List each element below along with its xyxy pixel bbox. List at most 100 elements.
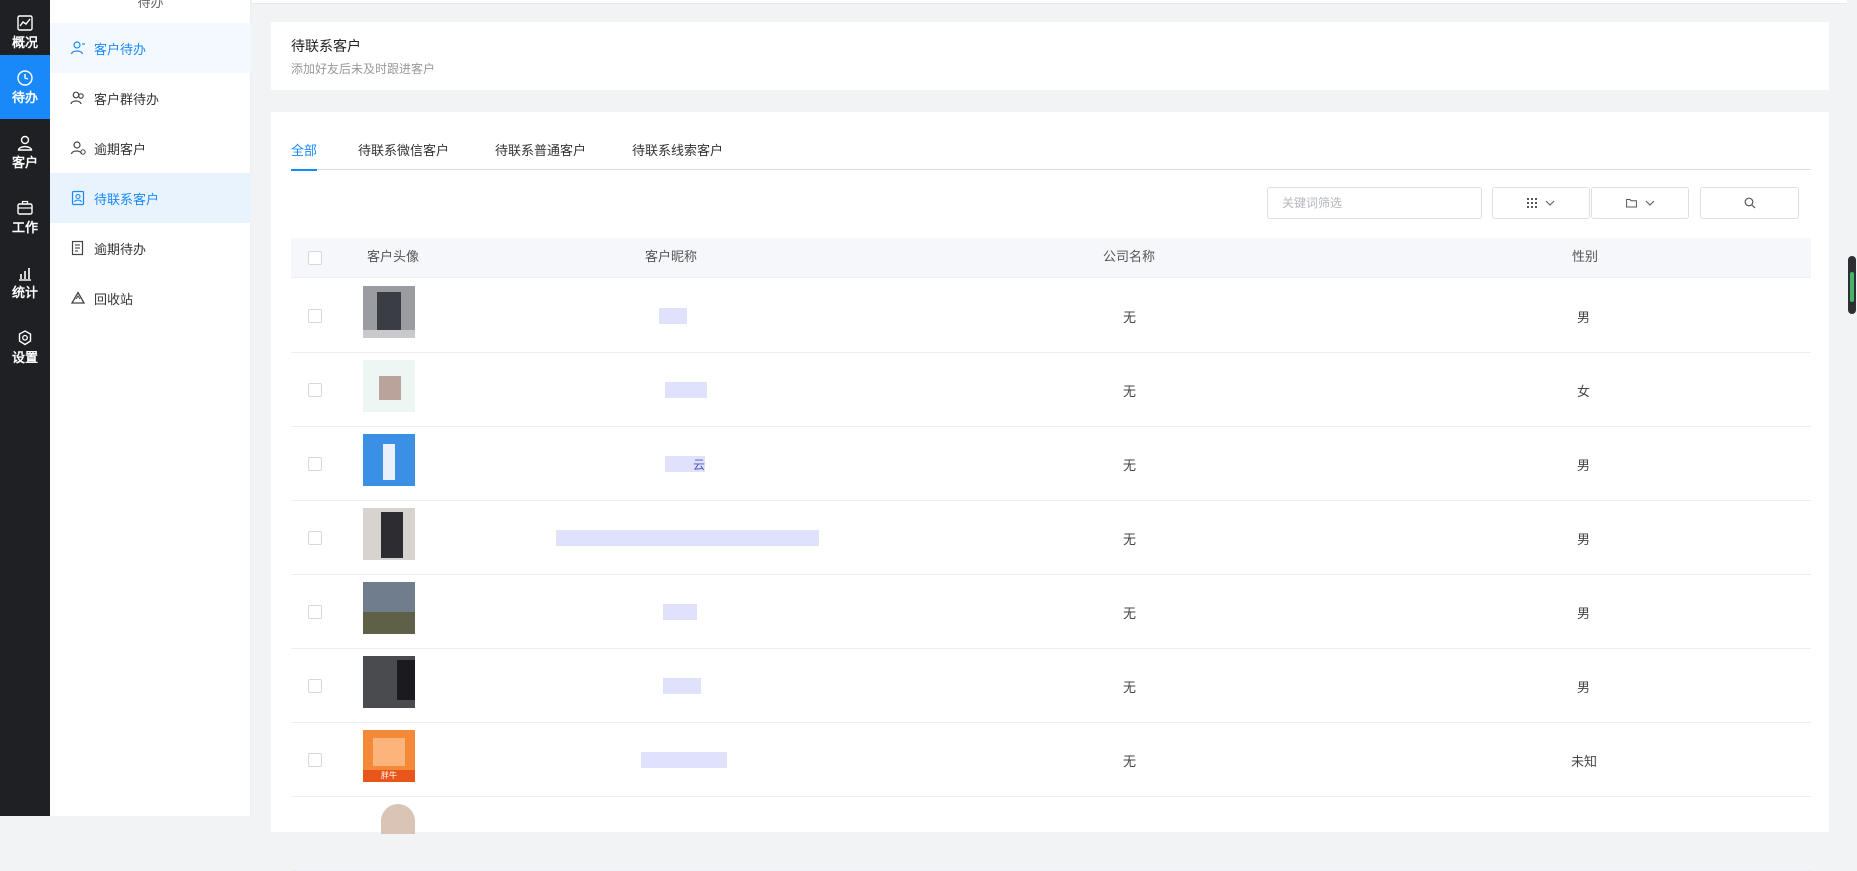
rail-item-settings[interactable]: 设置 (0, 315, 50, 379)
column-view-dropdown[interactable] (1492, 187, 1590, 219)
submenu-item-label: 客户待办 (94, 42, 147, 58)
customer-avatar (363, 508, 415, 560)
page-header-card: 待联系客户 添加好友后未及时跟进客户 (271, 22, 1829, 90)
rail-item-customer[interactable]: 客户 (0, 120, 50, 184)
rail-item-todo[interactable]: 待办 (0, 55, 50, 119)
table-row[interactable]: 胖牛 无 未知 (291, 723, 1811, 797)
row-checkbox[interactable] (308, 605, 322, 619)
user-icon (17, 135, 33, 151)
submenu-item-label: 逾期待办 (94, 242, 147, 258)
submenu-item-label: 客户群待办 (94, 92, 160, 108)
row-checkbox[interactable] (308, 309, 322, 323)
company-name: 无 (1123, 311, 1137, 326)
rail-item-label: 设置 (11, 350, 38, 366)
scrollbar-thumb[interactable] (1848, 256, 1856, 314)
customer-nickname (663, 604, 697, 620)
company-name: 无 (1123, 459, 1137, 474)
table-row[interactable]: 无 男 (291, 501, 1811, 575)
gear-icon (18, 329, 32, 345)
row-checkbox[interactable] (308, 753, 322, 767)
customer-avatar: 胖牛 (363, 730, 415, 782)
company-name: 无 (1123, 681, 1137, 696)
customer-nickname (665, 382, 707, 398)
rail-item-label: 待办 (11, 90, 38, 106)
folder-icon (1625, 199, 1637, 208)
keyword-filter-input[interactable] (1267, 187, 1482, 219)
gender: 男 (1577, 459, 1591, 474)
page-scrollbar[interactable] (1847, 0, 1857, 816)
customer-avatar (363, 434, 415, 486)
company-name: 无 (1123, 607, 1137, 622)
page-title: 待联系客户 (291, 39, 361, 55)
company-name: 无 (1123, 385, 1137, 400)
column-avatar: 客户头像 (367, 250, 420, 265)
avatar-brand-label: 胖牛 (363, 770, 415, 782)
gender: 未知 (1571, 755, 1598, 770)
rail-item-stats[interactable]: 统计 (0, 250, 50, 314)
table-row[interactable]: 无 男 (291, 649, 1811, 723)
tab-wechat-customers[interactable]: 待联系微信客户 (358, 140, 449, 170)
tab-bar: 全部 待联系微信客户 待联系普通客户 待联系线索客户 (291, 140, 1811, 171)
folder-dropdown[interactable] (1591, 187, 1689, 219)
submenu-item-group-todo[interactable]: 客户群待办 (50, 73, 251, 123)
table-row[interactable]: 无 男 (291, 279, 1811, 353)
recycle-icon (70, 290, 86, 306)
customer-nickname (663, 678, 701, 694)
row-checkbox[interactable] (308, 531, 322, 545)
customer-nickname (659, 308, 687, 324)
select-all-checkbox[interactable] (308, 251, 322, 265)
table-row[interactable]: 云 无 男 (291, 427, 1811, 501)
main-nav-rail: 概况 待办 客户 工作 统计 设置 (0, 0, 50, 816)
submenu-item-label: 回收站 (94, 292, 134, 308)
customer-avatar (363, 286, 415, 338)
company-name: 无 (1123, 533, 1137, 548)
submenu-item-to-contact[interactable]: 待联系客户 (50, 173, 251, 223)
submenu-item-overdue-todo[interactable]: 逾期待办 (50, 223, 251, 273)
search-icon (1744, 197, 1755, 209)
tab-normal-customers[interactable]: 待联系普通客户 (495, 140, 586, 170)
customer-nickname (556, 530, 819, 546)
grid-icon (1527, 198, 1537, 208)
gender: 男 (1577, 607, 1591, 622)
customer-nickname (641, 752, 727, 768)
rail-item-label: 统计 (11, 285, 38, 301)
bar-chart-icon (19, 267, 31, 281)
row-checkbox[interactable] (308, 383, 322, 397)
clock-icon (17, 69, 33, 86)
table-row[interactable] (291, 797, 1811, 871)
customer-nickname-text: 云 (693, 458, 706, 472)
submenu-item-recycle-bin[interactable]: 回收站 (50, 273, 251, 323)
contact-card-icon (70, 190, 86, 206)
search-button[interactable] (1700, 187, 1799, 219)
todo-submenu: 待办 客户待办 客户群待办 逾期客户 待联系客户 逾期待办 回收站 (50, 0, 251, 816)
row-checkbox[interactable] (308, 457, 322, 471)
submenu-item-label: 逾期客户 (94, 142, 147, 158)
rail-item-work[interactable]: 工作 (0, 185, 50, 249)
customer-nickname: 云 (665, 456, 705, 472)
chevron-down-icon (1545, 200, 1555, 206)
submenu-item-customer-todo[interactable]: 客户待办 (50, 23, 251, 73)
tab-all[interactable]: 全部 (291, 140, 318, 171)
column-gender: 性别 (1572, 250, 1599, 265)
row-checkbox[interactable] (308, 679, 322, 693)
customer-avatar (381, 804, 415, 834)
gender: 女 (1577, 385, 1591, 400)
table-row[interactable]: 无 男 (291, 575, 1811, 649)
rail-item-label: 工作 (11, 220, 38, 236)
rail-item-label: 概况 (11, 35, 38, 51)
chevron-down-icon (1645, 200, 1654, 206)
gender: 男 (1577, 681, 1591, 696)
table-header: 客户头像 客户昵称 公司名称 性别 (291, 238, 1811, 278)
page-subtitle: 添加好友后未及时跟进客户 (291, 62, 436, 76)
company-name: 无 (1123, 755, 1137, 770)
user-todo-icon (70, 40, 86, 56)
submenu-item-overdue-customer[interactable]: 逾期客户 (50, 123, 251, 173)
group-icon (70, 90, 86, 106)
customer-avatar (363, 582, 415, 634)
top-strip (252, 0, 1857, 4)
gender: 男 (1577, 311, 1591, 326)
customer-avatar (363, 656, 415, 708)
tab-lead-customers[interactable]: 待联系线索客户 (632, 140, 723, 170)
gender: 男 (1577, 533, 1591, 548)
table-row[interactable]: 无 女 (291, 353, 1811, 427)
